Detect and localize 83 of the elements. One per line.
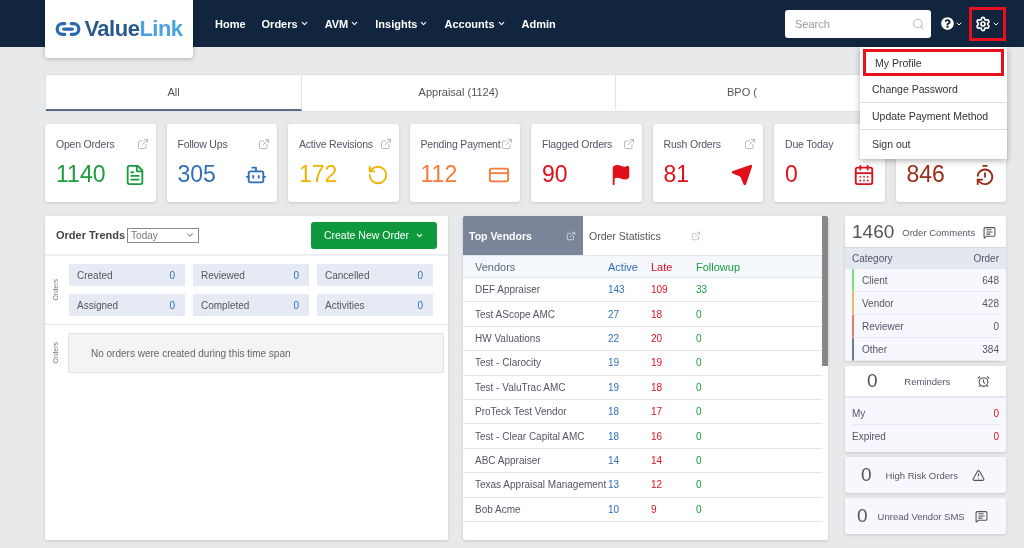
table-cell: 16	[651, 430, 663, 442]
logo-text: ValueLink	[84, 16, 183, 42]
card-title: Rush Orders	[663, 138, 721, 152]
table-cell: Test - Clear Capital AMC	[475, 430, 585, 442]
table-cell: 0	[696, 406, 702, 418]
panel-title: Order Trends	[56, 229, 126, 241]
table-cell: 19	[608, 381, 620, 393]
card-value: 112	[420, 161, 458, 188]
summary-count: 0	[857, 505, 868, 527]
table-cell: 14	[651, 454, 663, 466]
reminder-row-text: Expired 0	[852, 430, 999, 444]
table-cell: 0	[696, 454, 702, 466]
table-cell: 0	[696, 503, 702, 515]
card-title: Follow Ups	[177, 138, 228, 152]
card-value: 172	[299, 161, 338, 188]
table-cell: Test - ValuTrac AMC	[475, 381, 566, 393]
table-cell: 14	[608, 454, 620, 466]
count-tile: Completed 0	[193, 294, 309, 316]
count-tile: Created 0	[69, 264, 185, 286]
card-title: Reminders	[904, 375, 951, 387]
summary-count: 0	[861, 464, 872, 486]
table-cell: 12	[651, 479, 663, 491]
empty-message: No orders were created during this time span	[68, 333, 444, 373]
card-value: 846	[906, 161, 945, 188]
table-cell: 0	[696, 357, 702, 369]
table-cell: 18	[651, 381, 663, 393]
table-cell: Bob Acme	[475, 503, 521, 515]
table-cell: 9	[651, 503, 657, 515]
column-header: Active	[608, 260, 638, 273]
table-cell: 0	[696, 332, 702, 344]
table-cell: DEF Appraiser	[475, 284, 541, 296]
card-title: Order Comments	[902, 226, 976, 238]
table-cell: ProTeck Test Vendor	[475, 406, 567, 418]
card-value: 90	[542, 161, 568, 188]
table-cell: Test - Clarocity	[475, 357, 542, 369]
table-cell: Test AScope AMC	[475, 308, 556, 320]
category-row: Other 384	[852, 338, 999, 361]
table-cell: 0	[696, 430, 702, 442]
column-header: Late	[651, 260, 673, 273]
table-cell: 143	[608, 284, 625, 296]
table-cell: 13	[608, 479, 620, 491]
category-row: Client 648	[852, 269, 999, 292]
card-value: 81	[663, 161, 690, 188]
comment-count: 1460	[852, 221, 895, 243]
column-header: Vendors	[475, 260, 516, 273]
table-cell: 19	[608, 357, 620, 369]
count-tile: Assigned 0	[69, 294, 185, 316]
table-cell: 0	[696, 308, 702, 320]
table-cell: 18	[608, 406, 620, 418]
table-cell: 22	[608, 332, 620, 344]
table-cell: 27	[608, 308, 620, 320]
count-tile: Reviewed 0	[193, 264, 309, 286]
table-cell: HW Valuations	[475, 332, 541, 344]
table-cell: 17	[651, 406, 663, 418]
table-cell: 33	[696, 284, 708, 296]
table-header: Category Order	[845, 247, 1006, 269]
table-cell: 10	[608, 503, 620, 515]
table-cell: 109	[651, 284, 668, 296]
table-cell: 18	[608, 430, 620, 442]
reminder-count: 0	[867, 370, 878, 392]
table-cell: 18	[651, 308, 663, 320]
card-value: 305	[177, 161, 216, 188]
column-header: Followup	[696, 260, 741, 273]
card-title: Flagged Orders	[542, 138, 613, 152]
card-title: Due Today	[785, 138, 834, 152]
card-title: Pending Payment	[420, 138, 501, 152]
card-value: 1140	[56, 161, 106, 188]
card-title: High Risk Orders	[885, 469, 958, 481]
category-row: Reviewer 0	[852, 315, 999, 338]
table-cell: 0	[696, 479, 702, 491]
reminder-row: My 0	[852, 402, 999, 425]
count-tile: Activities 0	[317, 294, 433, 316]
table-cell: Texas Appraisal Management	[475, 479, 607, 491]
table-cell: 0	[696, 381, 702, 393]
card-title: Unread Vendor SMS	[877, 510, 965, 522]
card-value: 0	[785, 161, 798, 188]
table-cell: ABC Appraiser	[475, 454, 541, 466]
card-title: Open Orders	[56, 138, 115, 152]
table-cell: 19	[651, 357, 663, 369]
card-title: Active Revisions	[299, 138, 373, 152]
category-row: Vendor 428	[852, 292, 999, 315]
table-cell: 20	[651, 332, 663, 344]
count-tile: Cancelled 0	[317, 264, 433, 286]
